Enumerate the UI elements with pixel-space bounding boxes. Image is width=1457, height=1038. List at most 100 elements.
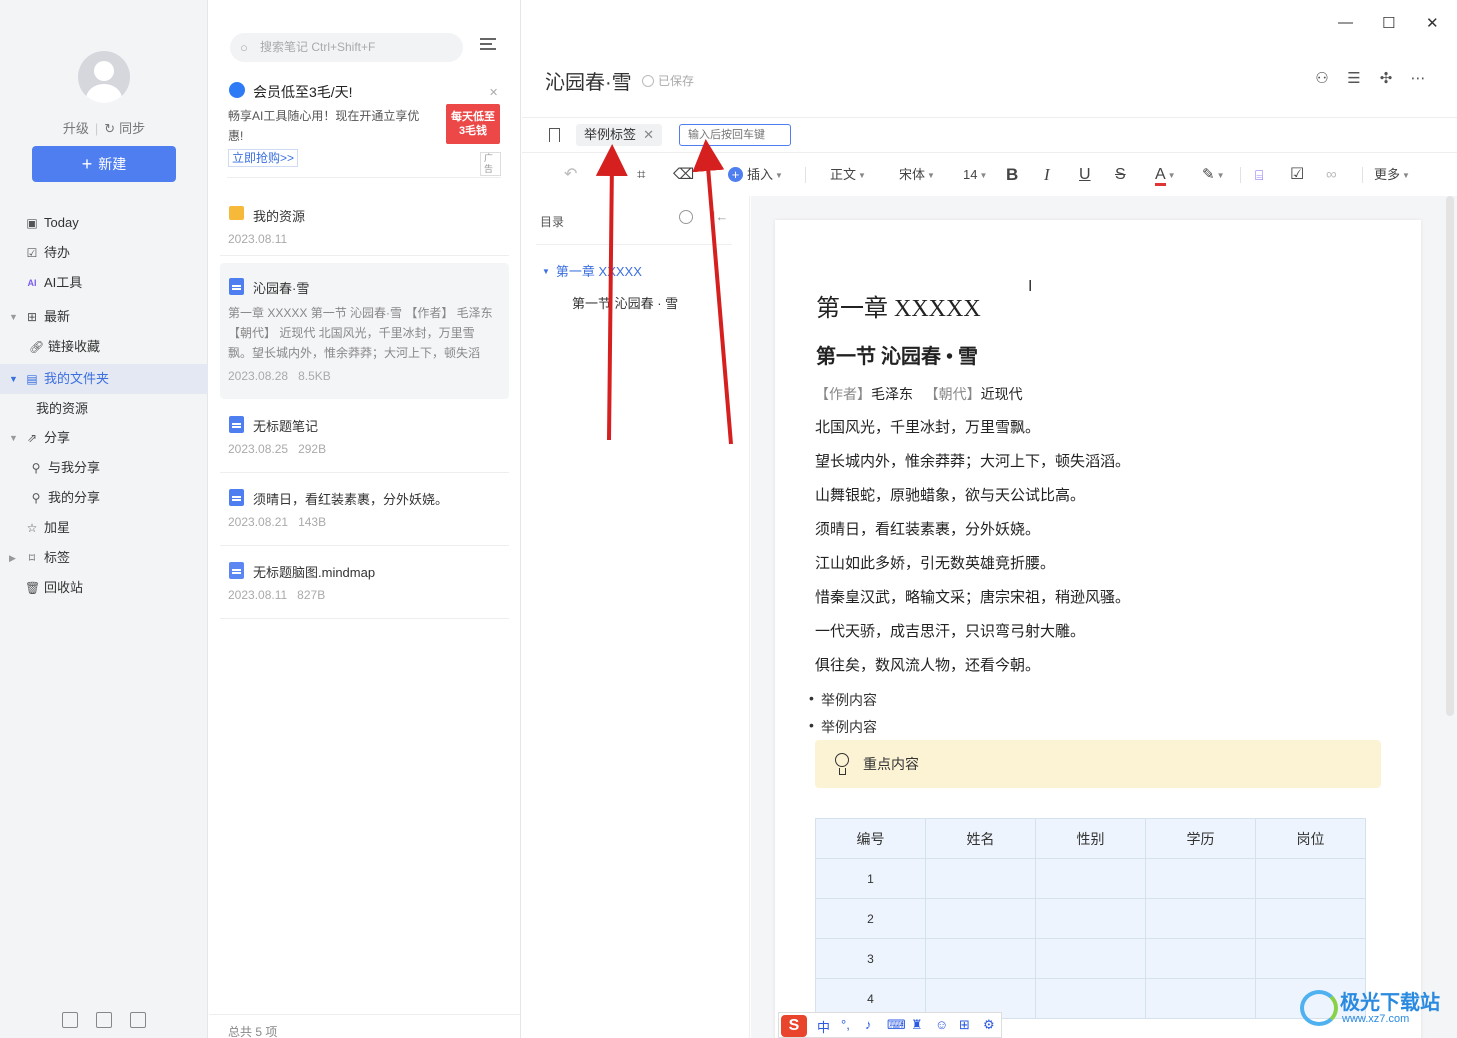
toc-item-section[interactable]: 第一节 沁园春 · 雪 [572,293,678,312]
font-family-dropdown[interactable]: 宋体 ▼ [899,165,935,185]
promo-badge[interactable]: 每天低至 3毛钱 [446,104,500,144]
toolbox-icon[interactable]: ⊞ [959,1017,970,1033]
sidebar-item-ai-tools[interactable]: AI AI工具 [0,268,208,298]
bold-button[interactable]: B [1006,165,1018,185]
new-note-button[interactable]: + 新建 [32,146,176,182]
ime-language-toggle[interactable]: 中 [817,1017,830,1036]
font-size-dropdown[interactable]: 14 ▼ [963,165,987,185]
more-tools-dropdown[interactable]: 更多 ▼ [1374,165,1410,185]
settings-icon[interactable]: ⚙ [983,1017,995,1033]
sync-link[interactable]: 同步 [119,118,145,137]
underline-button[interactable]: U [1079,165,1091,185]
table-header-cell[interactable]: 学历 [1145,818,1256,859]
chevron-down-icon[interactable]: ▼ [542,267,550,276]
document-title[interactable]: 沁园春·雪 [545,66,632,95]
chevron-down-icon[interactable]: ▼ [9,302,18,332]
toc-item-chapter[interactable]: ▼ 第一章 XXXXX [542,261,642,280]
table-header-cell[interactable]: 姓名 [925,818,1036,859]
sidebar-item-todo[interactable]: ☑ 待办 [0,238,208,268]
list-item[interactable]: 无标题脑图.mindmap 2023.08.11 827B [220,552,509,616]
strikethrough-button[interactable]: S [1115,165,1126,185]
collaborate-icon[interactable]: ⚇ [1313,70,1331,88]
table-cell[interactable] [925,858,1036,899]
list-item[interactable]: 须晴日，看红装素裹，分外妖娆。 2023.08.21 143B [220,479,509,543]
table-header-cell[interactable]: 编号 [815,818,926,859]
table-cell[interactable] [1255,898,1366,939]
sidebar-item-shared-with-me[interactable]: ⚲ 与我分享 [0,453,208,483]
tag-input[interactable] [679,124,791,146]
table-cell[interactable] [1035,898,1146,939]
eraser-icon[interactable]: ⌫ [673,165,694,185]
search-input[interactable]: ○ 搜索笔记 Ctrl+Shift+F [230,33,463,62]
keyboard-icon[interactable]: ⌨ [887,1017,906,1033]
upgrade-link[interactable]: 升级 [63,118,89,137]
undo-icon[interactable]: ↶ [564,165,577,185]
find-in-document-icon[interactable]: ☰ [1345,70,1363,88]
sidebar-item-my-shares[interactable]: ⚲ 我的分享 [0,483,208,513]
sidebar-item-my-resources[interactable]: 我的资源 [0,394,208,424]
checklist-icon[interactable]: ☑ [1290,165,1304,185]
single-column-view-icon[interactable] [130,1012,146,1028]
table-cell[interactable] [925,938,1036,979]
sidebar-item-link-collection[interactable]: 🔗︎ 链接收藏 [0,332,208,362]
tag-chip[interactable]: 举例标签 ✕ [576,124,663,146]
table-cell[interactable] [1035,858,1146,899]
table-cell[interactable]: 2 [815,898,926,939]
sidebar-item-recent[interactable]: ▼ ⊞ 最新 [0,302,208,332]
table-cell[interactable] [1145,978,1256,1019]
table-cell[interactable] [1145,938,1256,979]
redo-icon[interactable]: ↷ [604,165,617,185]
table-cell[interactable]: 3 [815,938,926,979]
list-item-selected[interactable]: 沁园春·雪 第一章 XXXXX 第一节 沁园春·雪 【作者】 毛泽东 【朝代】 … [220,263,509,399]
table-cell[interactable] [1145,858,1256,899]
collapse-toc-icon[interactable]: |← [712,209,728,224]
table-header-cell[interactable]: 性别 [1035,818,1146,859]
maximize-icon[interactable]: ☐ [1382,14,1395,32]
sidebar-item-share[interactable]: ▼ ⇗ 分享 [0,423,208,453]
paragraph-style-dropdown[interactable]: 正文 ▼ [830,165,866,185]
mindmap-view-icon[interactable]: ✣ [1377,70,1395,88]
chevron-right-icon[interactable]: ▶ [9,543,16,573]
chevron-down-icon[interactable]: ▼ [9,423,18,453]
promo-buy-link[interactable]: 立即抢购>> [228,149,299,167]
table-header-cell[interactable]: 岗位 [1255,818,1366,859]
avatar[interactable] [78,51,130,103]
ai-writing-icon[interactable]: ⌸ [1255,165,1263,185]
sidebar-item-today[interactable]: ▣ Today [0,208,208,238]
gear-icon[interactable] [679,210,693,224]
vertical-scrollbar[interactable] [1446,196,1454,716]
close-window-icon[interactable]: ✕ [1426,14,1439,32]
sidebar-item-trash[interactable]: 🗑︎ 回收站 [0,573,208,603]
two-column-view-icon[interactable] [96,1012,112,1028]
sidebar-item-tags[interactable]: ▶ ⌑ 标签 [0,543,208,573]
document-page[interactable]: 第一章 XXXXX 第一节 沁园春 • 雪 【作者】毛泽东 【朝代】近现代 北国… [775,220,1421,1038]
sidebar-item-starred[interactable]: ☆ 加星 [0,513,208,543]
sort-icon[interactable] [480,38,496,54]
italic-button[interactable]: I [1044,165,1050,185]
table-cell[interactable] [1035,938,1146,979]
highlight-icon[interactable]: ✎ ▼ [1202,165,1225,185]
emoji-icon[interactable]: ☺ [935,1017,948,1032]
sogou-logo-icon[interactable]: S [781,1015,807,1037]
table-cell[interactable] [1035,978,1146,1019]
link-icon[interactable]: ∞ [1326,165,1337,185]
table-cell[interactable] [925,898,1036,939]
insert-button[interactable]: + 插入 ▼ [728,165,783,185]
three-column-view-icon[interactable] [62,1012,78,1028]
minimize-icon[interactable]: — [1338,14,1353,31]
more-options-icon[interactable]: ⋯ [1409,70,1427,88]
close-icon[interactable]: ✕ [489,86,498,99]
list-item[interactable]: 我的资源 2023.08.11 [220,196,509,260]
remove-tag-icon[interactable]: ✕ [643,124,654,146]
table-cell[interactable] [1145,898,1256,939]
table-cell[interactable] [1255,858,1366,899]
list-item[interactable]: 无标题笔记 2023.08.25 292B [220,406,509,470]
punctuation-icon[interactable]: °, [841,1017,850,1032]
format-painter-icon[interactable]: ⌗ [637,165,645,185]
sidebar-item-my-folder[interactable]: ▼ ▤ 我的文件夹 [0,364,208,394]
text-color-dropdown[interactable]: A ▼ [1155,165,1176,186]
table-cell[interactable] [1255,938,1366,979]
table-cell[interactable]: 1 [815,858,926,899]
data-table[interactable]: 编号 姓名 性别 学历 岗位 1 2 3 4 [815,818,1366,1019]
chevron-down-icon[interactable]: ▼ [9,364,18,394]
